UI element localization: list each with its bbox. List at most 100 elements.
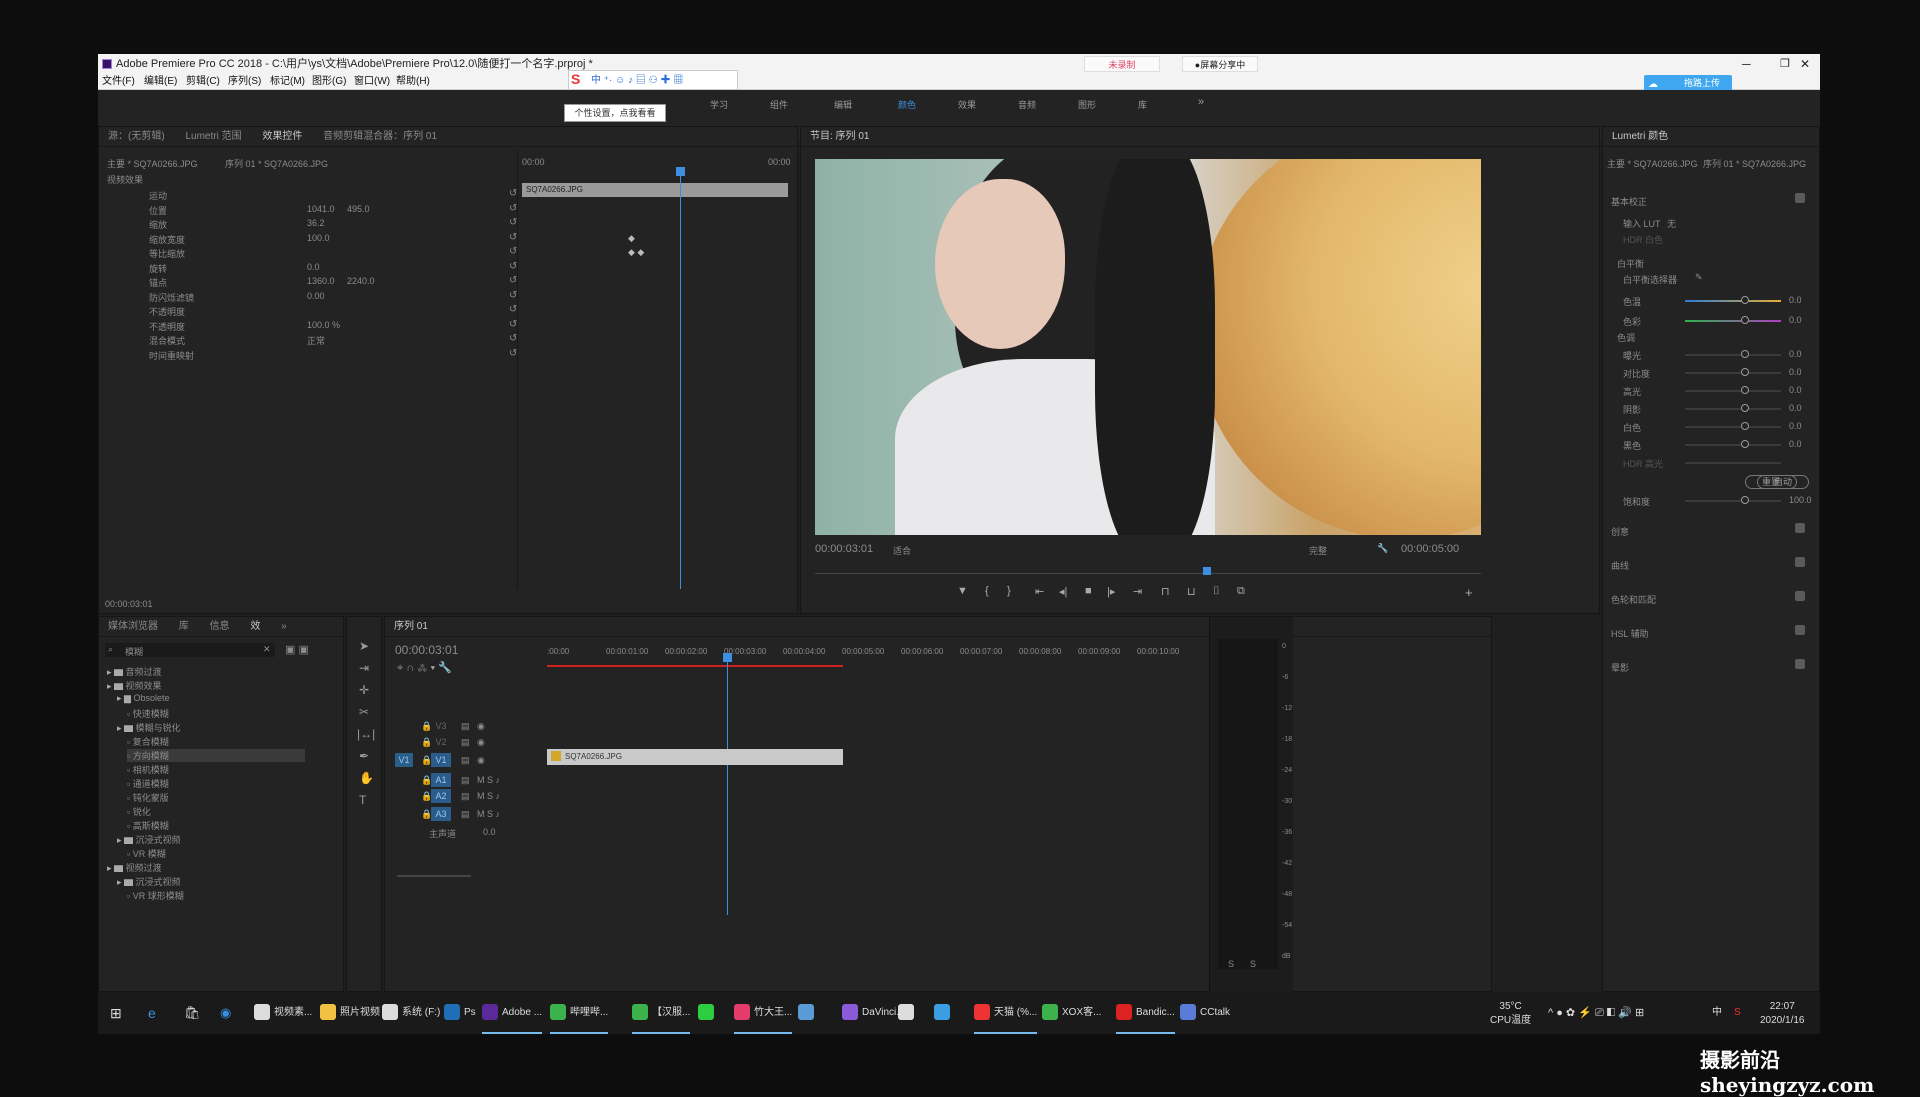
workspace-libraries[interactable]: 库 [1138, 98, 1147, 111]
taskbar-app[interactable] [698, 992, 718, 1034]
effect-row-value[interactable]: 1360.0 [307, 276, 335, 286]
timeline-playhead-handle[interactable] [723, 653, 732, 662]
tree-item[interactable]: ▫ 相机模糊 [127, 763, 169, 776]
track-target[interactable]: V3 [431, 719, 451, 733]
taskbar-app[interactable]: 【汉服... [632, 992, 691, 1034]
taskbar-app[interactable]: Bandic... [1116, 992, 1175, 1034]
timeline-clip[interactable]: SQ7A0266.JPG [547, 749, 843, 765]
program-scrub-bar[interactable] [815, 573, 1481, 574]
taskbar-app[interactable] [798, 992, 818, 1034]
step-forward-icon[interactable]: |▸ [1107, 585, 1115, 598]
solo-right[interactable]: S [1250, 959, 1256, 969]
timeline-tools-icons[interactable]: ⌖ ∩ ⁂ ▾ 🔧 [397, 661, 452, 675]
step-back-icon[interactable]: ◂| [1059, 585, 1067, 598]
solo-left[interactable]: S [1228, 959, 1234, 969]
effect-row-value[interactable]: 0.0 [307, 262, 320, 272]
go-to-out-icon[interactable]: ⇥ [1133, 585, 1142, 598]
taskbar-app[interactable]: Adobe ... [482, 992, 543, 1034]
track-target[interactable]: A1 [431, 773, 451, 787]
wrench-icon[interactable]: 🔧 [1377, 543, 1388, 554]
track-target[interactable]: V1 [431, 753, 451, 767]
track-sync-icon[interactable]: ▤ [461, 791, 470, 802]
menu-window[interactable]: 窗口(W) [354, 74, 390, 90]
workspace-audio[interactable]: 音频 [1018, 98, 1036, 111]
tone-slider-track[interactable] [1685, 354, 1781, 356]
workspace-editing[interactable]: 编辑 [834, 98, 852, 111]
clock[interactable]: 22:07 2020/1/16 [1760, 1000, 1805, 1030]
taskbar-app[interactable]: CCtalk [1180, 992, 1230, 1034]
track-sync-icon[interactable]: ▤ [461, 737, 470, 748]
tone-header[interactable]: 色调 [1617, 331, 1635, 344]
timeline-ruler[interactable]: :00:00 00:00:01:00 00:00:02:00 00:00:03:00 0… [547, 643, 1187, 663]
workspace-effects[interactable]: 效果 [958, 98, 976, 111]
timeline-playhead[interactable] [727, 655, 728, 915]
ec-playhead[interactable] [680, 169, 681, 589]
saturation-slider[interactable] [1685, 500, 1781, 502]
edge-icon[interactable]: e [148, 992, 156, 1034]
tree-item[interactable]: ▫ 快速模糊 [127, 707, 169, 720]
effect-row-value[interactable]: 正常 [307, 334, 325, 347]
pen-tool-icon[interactable]: ✒ [359, 749, 369, 763]
wb-slider-track[interactable] [1685, 300, 1781, 302]
tree-item[interactable]: ▸ ▆ 音频过渡 [107, 665, 162, 678]
taskbar-app[interactable]: 竹大王... [734, 992, 793, 1034]
tone-slider-track[interactable] [1685, 426, 1781, 428]
white-balance-selector[interactable]: 白平衡选择器 [1623, 273, 1677, 286]
browser-icon[interactable]: ◉ [220, 992, 231, 1034]
tone-slider-value[interactable]: 0.0 [1789, 439, 1802, 449]
screen-share-button[interactable]: ●屏幕分享中 [1182, 56, 1258, 72]
lumetri-section-header[interactable]: 曲线 [1611, 559, 1629, 572]
lift-icon[interactable]: ⊓ [1161, 585, 1170, 598]
mark-in-icon[interactable]: { [985, 585, 989, 597]
menu-clip[interactable]: 剪辑(C) [186, 74, 220, 90]
maximize-button[interactable]: ❐ [1780, 54, 1790, 74]
taskbar-app[interactable]: 哔哩哔... [550, 992, 609, 1034]
lumetri-section-checkbox[interactable] [1795, 523, 1805, 533]
taskbar-app[interactable]: 天猫 (%... [974, 992, 1038, 1034]
tone-slider-value[interactable]: 0.0 [1789, 385, 1802, 395]
close-button[interactable]: ✕ [1800, 54, 1810, 74]
track-target[interactable]: V2 [431, 735, 451, 749]
effects-search-input[interactable]: 模糊 [125, 645, 143, 658]
menu-sequence[interactable]: 序列(S) [228, 74, 261, 90]
basic-correction-checkbox[interactable] [1795, 193, 1805, 203]
compare-icon[interactable]: ⧉ [1237, 585, 1245, 598]
lumetri-section-checkbox[interactable] [1795, 557, 1805, 567]
tab-lumetri-color[interactable]: Lumetri 颜色 [1612, 127, 1668, 146]
tab-media-browser[interactable]: 媒体浏览器 [108, 617, 158, 636]
track-mute-icon[interactable]: M S ♪ [477, 791, 500, 801]
taskbar-app[interactable] [934, 992, 954, 1034]
tree-item[interactable]: ▸ ▆ Obsolete [117, 693, 169, 704]
lumetri-section-header[interactable]: HSL 辅助 [1611, 627, 1649, 640]
timeline-timecode[interactable]: 00:00:03:01 [395, 643, 458, 657]
tree-item[interactable]: ▫ 锐化 [127, 805, 151, 818]
razor-tool-icon[interactable]: ✂ [359, 705, 369, 719]
tone-slider-value[interactable]: 0.0 [1789, 367, 1802, 377]
taskbar-app[interactable]: 照片视频 [320, 992, 380, 1034]
lumetri-section-header[interactable]: 创意 [1611, 525, 1629, 538]
workspace-assembly[interactable]: 组件 [770, 98, 788, 111]
saturation-knob[interactable] [1741, 496, 1749, 504]
slip-tool-icon[interactable]: |↔| [357, 727, 375, 741]
track-mute-icon[interactable]: M S ♪ [477, 775, 500, 785]
tree-item[interactable]: ▸ ▆ 视频过渡 [107, 861, 162, 874]
menu-graphics[interactable]: 图形(G) [312, 74, 346, 90]
tone-slider-knob[interactable] [1741, 404, 1749, 412]
tone-slider-track[interactable] [1685, 444, 1781, 446]
taskbar-app[interactable]: Ps [444, 992, 476, 1034]
ime-icons[interactable]: 中 ⁺· ☺ ♪ ▤ ⚇ ✚ ▦ [591, 73, 683, 89]
wb-slider-value[interactable]: 0.0 [1789, 315, 1802, 325]
new-bin-icon[interactable]: ▣ ▣ [285, 643, 309, 656]
saturation-value[interactable]: 100.0 [1789, 495, 1812, 505]
source-patch-v1[interactable]: V1 [395, 753, 413, 767]
program-fit-select[interactable]: 适合 [893, 544, 911, 557]
effect-row-value[interactable]: 36.2 [307, 218, 325, 228]
tree-item[interactable]: ▫ 通道模糊 [127, 777, 169, 790]
workspace-learn[interactable]: 学习 [710, 98, 728, 111]
add-marker-icon[interactable]: ▼ [957, 585, 968, 597]
lumetri-seq-path[interactable]: 序列 01 * SQ7A0266.JPG [1703, 157, 1806, 170]
track-select-tool-icon[interactable]: ⇥ [359, 661, 369, 675]
mark-out-icon[interactable]: } [1007, 585, 1011, 597]
tone-slider-value[interactable]: 0.0 [1789, 403, 1802, 413]
store-icon[interactable]: 🛍 [184, 992, 201, 1034]
